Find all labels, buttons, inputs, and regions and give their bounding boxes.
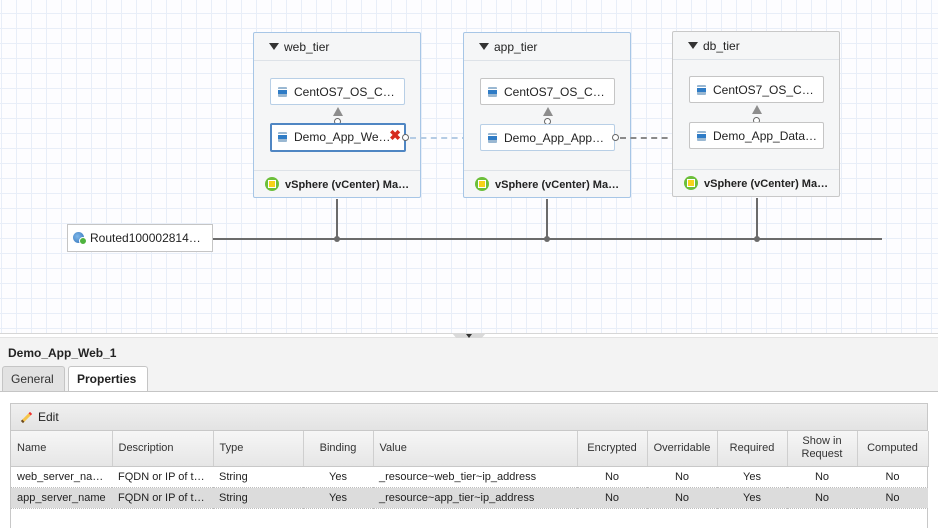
cell-computed: No [857, 487, 928, 509]
cell-name: web_server_na… [11, 466, 112, 488]
vsphere-icon [684, 176, 698, 190]
vm-icon [278, 132, 287, 142]
vm-icon [697, 85, 706, 95]
cell-binding: Yes [303, 466, 373, 488]
tier-endpoint-label: vSphere (vCenter) Ma… [704, 178, 829, 190]
properties-table: Name Description Type Binding Value Encr… [11, 431, 929, 509]
vm-icon [697, 131, 706, 141]
edit-button[interactable]: Edit [21, 410, 59, 424]
node-label: Demo_App_Data… [713, 129, 818, 143]
table-row[interactable]: app_server_name FQDN or IP of t… String … [11, 487, 928, 509]
cell-type: String [213, 487, 303, 509]
column-header[interactable]: Required [717, 431, 788, 467]
column-header[interactable]: Value [373, 431, 578, 467]
cell-type: String [213, 466, 303, 488]
node-label: Demo_App_App… [504, 131, 605, 145]
cell-show-in-request: No [787, 487, 857, 509]
node-label: CentOS7_OS_C… [713, 83, 814, 97]
junction-dot [754, 236, 760, 242]
cell-overridable: No [647, 466, 717, 488]
column-header[interactable]: Name [11, 431, 113, 467]
vm-icon [488, 133, 497, 143]
junction-dot [544, 236, 550, 242]
tier-endpoint-label: vSphere (vCenter) Ma… [495, 179, 620, 191]
node-centos-db[interactable]: CentOS7_OS_C… [689, 76, 824, 103]
tab-general[interactable]: General [2, 366, 65, 391]
pencil-icon [21, 411, 33, 423]
cell-encrypted: No [577, 466, 647, 488]
cell-encrypted: No [577, 487, 647, 509]
node-label: CentOS7_OS_C… [294, 85, 395, 99]
collapse-triangle-icon[interactable] [688, 42, 698, 49]
design-canvas[interactable]: web_tier vSphere (vCenter) Ma… CentOS7_O… [0, 0, 938, 333]
node-demo-app-app[interactable]: Demo_App_App… [480, 124, 615, 151]
grid-toolbar: Edit [11, 404, 927, 431]
vsphere-icon [265, 177, 279, 191]
tier-label: db_tier [703, 39, 740, 53]
details-title: Demo_App_Web_1 [8, 346, 117, 360]
node-demo-app-data[interactable]: Demo_App_Data… [689, 122, 824, 149]
column-header[interactable]: Computed [857, 431, 929, 467]
cell-show-in-request: No [787, 466, 857, 488]
dependency-line [410, 137, 468, 139]
arrow-up-icon [333, 107, 343, 116]
network-link [336, 199, 338, 239]
tier-header[interactable]: app_tier [464, 33, 630, 61]
tier-header[interactable]: db_tier [673, 32, 839, 60]
tier-header[interactable]: web_tier [254, 33, 420, 61]
network-link [756, 198, 758, 239]
node-centos-web[interactable]: CentOS7_OS_C… [270, 78, 405, 105]
cell-name: app_server_name [11, 487, 112, 509]
cell-value: _resource~web_tier~ip_address [373, 466, 577, 488]
column-header[interactable]: Overridable [647, 431, 718, 467]
collapse-triangle-icon[interactable] [479, 43, 489, 50]
network-label: Routed100002814… [90, 231, 201, 245]
cell-description: FQDN or IP of t… [112, 466, 213, 488]
tier-db[interactable]: db_tier vSphere (vCenter) Ma… [672, 31, 840, 197]
delete-icon[interactable]: ✖ [389, 127, 401, 144]
tier-label: app_tier [494, 40, 538, 54]
node-label: Demo_App_We… [294, 130, 391, 144]
vm-icon [278, 87, 287, 97]
collapse-triangle-icon[interactable] [269, 43, 279, 50]
arrow-up-icon [752, 105, 762, 114]
column-header[interactable]: Description [112, 431, 214, 467]
column-header[interactable]: Binding [303, 431, 374, 467]
properties-grid: Edit Name Description Type Binding Value… [10, 403, 929, 528]
cell-required: Yes [717, 466, 787, 488]
network-link [546, 199, 548, 239]
node-label: CentOS7_OS_C… [504, 85, 605, 99]
network-node[interactable]: Routed100002814… [67, 224, 213, 252]
tier-endpoint[interactable]: vSphere (vCenter) Ma… [464, 170, 630, 197]
node-demo-app-web[interactable]: Demo_App_We… ✖ [270, 123, 406, 152]
tier-label: web_tier [284, 40, 330, 54]
tier-endpoint-label: vSphere (vCenter) Ma… [285, 179, 410, 191]
connector-dot[interactable] [402, 134, 409, 141]
vsphere-icon [475, 177, 489, 191]
dependency-line [620, 137, 678, 139]
tab-properties[interactable]: Properties [68, 366, 148, 392]
cell-value: _resource~app_tier~ip_address [373, 487, 577, 509]
properties-tab-body: Edit Name Description Type Binding Value… [0, 391, 938, 528]
cell-overridable: No [647, 487, 717, 509]
table-header-row: Name Description Type Binding Value Encr… [11, 431, 929, 467]
cell-description: FQDN or IP of t… [112, 487, 213, 509]
cell-computed: No [857, 466, 928, 488]
edit-label: Edit [38, 410, 59, 424]
connector-dot[interactable] [612, 134, 619, 141]
details-panel: Demo_App_Web_1 General Properties Edit N… [0, 338, 938, 528]
arrow-up-icon [543, 107, 553, 116]
table-row[interactable]: web_server_na… FQDN or IP of t… String Y… [11, 466, 928, 488]
node-centos-app[interactable]: CentOS7_OS_C… [480, 78, 615, 105]
network-icon [73, 232, 87, 245]
cell-required: Yes [717, 487, 787, 509]
column-header[interactable]: Show in Request [787, 431, 858, 467]
junction-dot [334, 236, 340, 242]
tier-endpoint[interactable]: vSphere (vCenter) Ma… [673, 169, 839, 196]
column-header[interactable]: Encrypted [577, 431, 648, 467]
vm-icon [488, 87, 497, 97]
cell-binding: Yes [303, 487, 373, 509]
tier-endpoint[interactable]: vSphere (vCenter) Ma… [254, 170, 420, 197]
column-header[interactable]: Type [213, 431, 304, 467]
